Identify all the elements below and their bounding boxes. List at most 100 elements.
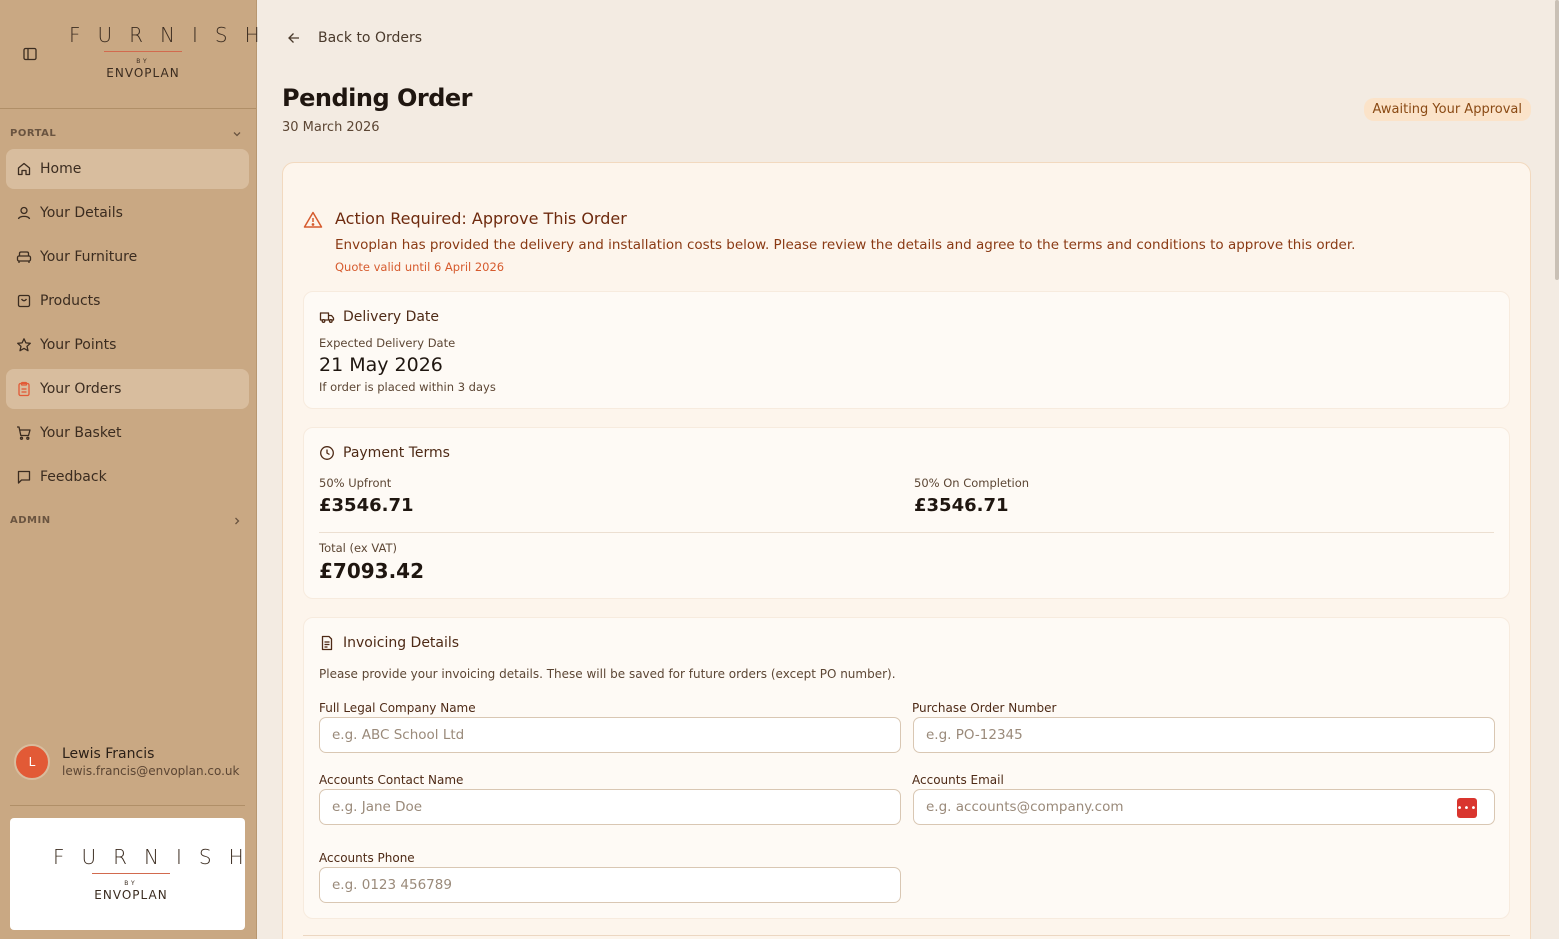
truck-icon bbox=[319, 312, 335, 323]
sidebar-toggle-icon[interactable] bbox=[22, 46, 38, 62]
avatar: L bbox=[14, 744, 50, 780]
total-value: £7093.42 bbox=[319, 559, 425, 583]
chevron-right-icon[interactable] bbox=[232, 516, 242, 526]
po-number-input[interactable]: e.g. PO-12345 bbox=[913, 717, 1495, 753]
company-label: Full Legal Company Name bbox=[319, 701, 476, 715]
clipboard-icon bbox=[18, 381, 30, 397]
contact-label: Accounts Contact Name bbox=[319, 773, 464, 787]
status-badge: Awaiting Your Approval bbox=[1363, 98, 1531, 121]
message-icon bbox=[17, 470, 31, 484]
order-date: 30 March 2026 bbox=[282, 120, 380, 135]
chevron-down-icon[interactable] bbox=[232, 129, 242, 139]
furnish-logo[interactable]: FURNISH BY ENVOPLAN bbox=[52, 22, 277, 80]
sidebar-item-label: Home bbox=[40, 161, 82, 177]
sidebar-item-your-orders[interactable]: Your Orders bbox=[6, 369, 249, 409]
alert-text: Envoplan has provided the delivery and i… bbox=[335, 237, 1356, 253]
logo-company: ENVOPLAN bbox=[94, 888, 168, 902]
clock-icon bbox=[320, 446, 334, 460]
portal-section-label[interactable]: PORTAL bbox=[10, 128, 56, 139]
warning-icon bbox=[303, 211, 323, 228]
furnish-logo-footer: FURNISH BY ENVOPLAN bbox=[36, 844, 261, 902]
sidebar-item-label: Your Details bbox=[40, 205, 123, 221]
sidebar-header: FURNISH BY ENVOPLAN bbox=[0, 0, 277, 109]
payment-divider bbox=[319, 532, 1494, 533]
password-manager-icon[interactable]: ••• bbox=[1457, 798, 1477, 818]
alert-title: Action Required: Approve This Order bbox=[335, 209, 627, 228]
contact-placeholder: e.g. Jane Doe bbox=[332, 799, 423, 815]
sidebar-item-products[interactable]: Products bbox=[6, 281, 249, 321]
company-name-input[interactable]: e.g. ABC School Ltd bbox=[319, 717, 901, 753]
main-content: Back to Orders Pending Order 30 March 20… bbox=[258, 0, 1559, 939]
po-placeholder: e.g. PO-12345 bbox=[926, 727, 1023, 743]
phone-placeholder: e.g. 0123 456789 bbox=[332, 877, 452, 893]
sidebar-divider bbox=[10, 805, 245, 806]
phone-label: Accounts Phone bbox=[319, 851, 415, 865]
sidebar-item-your-details[interactable]: Your Details bbox=[6, 193, 249, 233]
invoicing-panel: Invoicing Details Please provide your in… bbox=[303, 617, 1510, 919]
email-placeholder: e.g. accounts@company.com bbox=[926, 799, 1124, 815]
quote-validity: Quote valid until 6 April 2026 bbox=[335, 260, 505, 274]
sidebar-item-your-basket[interactable]: Your Basket bbox=[6, 413, 249, 453]
contact-name-input[interactable]: e.g. Jane Doe bbox=[319, 789, 901, 825]
scrollbar[interactable] bbox=[1555, 0, 1559, 280]
bag-icon bbox=[17, 294, 31, 308]
invoicing-description: Please provide your invoicing details. T… bbox=[319, 667, 896, 681]
upfront-value: £3546.71 bbox=[319, 495, 414, 516]
user-profile[interactable]: L Lewis Francis lewis.francis@envoplan.c… bbox=[14, 744, 240, 780]
delivery-panel: Delivery Date Expected Delivery Date 21 … bbox=[303, 291, 1510, 409]
logo-rule bbox=[104, 51, 182, 52]
back-to-orders-link[interactable]: Back to Orders bbox=[286, 30, 422, 46]
page-title: Pending Order bbox=[282, 84, 473, 112]
delivery-note: If order is placed within 3 days bbox=[319, 380, 496, 394]
sidebar-item-label: Your Orders bbox=[40, 381, 122, 397]
sofa-icon bbox=[16, 251, 32, 263]
user-email: lewis.francis@envoplan.co.uk bbox=[62, 764, 240, 778]
sidebar-item-your-points[interactable]: Your Points bbox=[6, 325, 249, 365]
order-card: Action Required: Approve This Order Envo… bbox=[282, 162, 1531, 939]
completion-value: £3546.71 bbox=[914, 495, 1009, 516]
payment-panel: Payment Terms 50% Upfront £3546.71 50% O… bbox=[303, 427, 1510, 599]
home-icon bbox=[17, 162, 31, 176]
section-divider bbox=[303, 935, 1510, 936]
back-label: Back to Orders bbox=[318, 30, 423, 46]
delivery-label: Expected Delivery Date bbox=[319, 336, 456, 350]
logo-rule bbox=[92, 873, 170, 874]
sidebar-item-home[interactable]: Home bbox=[6, 149, 249, 189]
company-placeholder: e.g. ABC School Ltd bbox=[332, 727, 465, 743]
arrow-left-icon bbox=[288, 33, 299, 43]
upfront-label: 50% Upfront bbox=[319, 476, 392, 490]
sidebar-item-label: Products bbox=[40, 293, 101, 309]
sidebar: FURNISH BY ENVOPLAN PORTAL Home Your Det… bbox=[0, 0, 277, 939]
delivery-date: 21 May 2026 bbox=[319, 354, 443, 376]
logo-company: ENVOPLAN bbox=[106, 66, 180, 80]
sidebar-item-feedback[interactable]: Feedback bbox=[6, 457, 249, 497]
po-label: Purchase Order Number bbox=[912, 701, 1057, 715]
invoicing-heading-text: Invoicing Details bbox=[343, 635, 460, 651]
sidebar-item-your-furniture[interactable]: Your Furniture bbox=[6, 237, 249, 277]
logo-by: BY bbox=[136, 58, 150, 65]
document-icon bbox=[321, 635, 333, 651]
sidebar-item-label: Feedback bbox=[40, 469, 107, 485]
logo-by: BY bbox=[124, 880, 138, 887]
user-icon bbox=[17, 206, 31, 220]
sidebar-item-label: Your Basket bbox=[40, 425, 122, 441]
email-label: Accounts Email bbox=[912, 773, 1004, 787]
accounts-email-input[interactable]: e.g. accounts@company.com ••• bbox=[913, 789, 1495, 825]
payment-heading-text: Payment Terms bbox=[343, 445, 450, 461]
star-icon bbox=[17, 338, 31, 352]
completion-label: 50% On Completion bbox=[914, 476, 1030, 490]
logo-word: FURNISH bbox=[53, 845, 261, 869]
user-name: Lewis Francis bbox=[62, 746, 155, 762]
logo-word: FURNISH bbox=[69, 23, 277, 47]
delivery-heading-text: Delivery Date bbox=[343, 309, 440, 325]
total-label: Total (ex VAT) bbox=[319, 541, 397, 555]
sidebar-item-label: Your Furniture bbox=[40, 249, 138, 265]
sidebar-item-label: Your Points bbox=[40, 337, 117, 353]
admin-section-label[interactable]: ADMIN bbox=[10, 515, 51, 526]
invoicing-heading: Invoicing Details bbox=[319, 635, 459, 651]
delivery-heading: Delivery Date bbox=[319, 309, 439, 325]
logo-card: FURNISH BY ENVOPLAN bbox=[10, 818, 245, 930]
accounts-phone-input[interactable]: e.g. 0123 456789 bbox=[319, 867, 901, 903]
cart-icon bbox=[17, 426, 31, 440]
payment-heading: Payment Terms bbox=[319, 445, 450, 461]
